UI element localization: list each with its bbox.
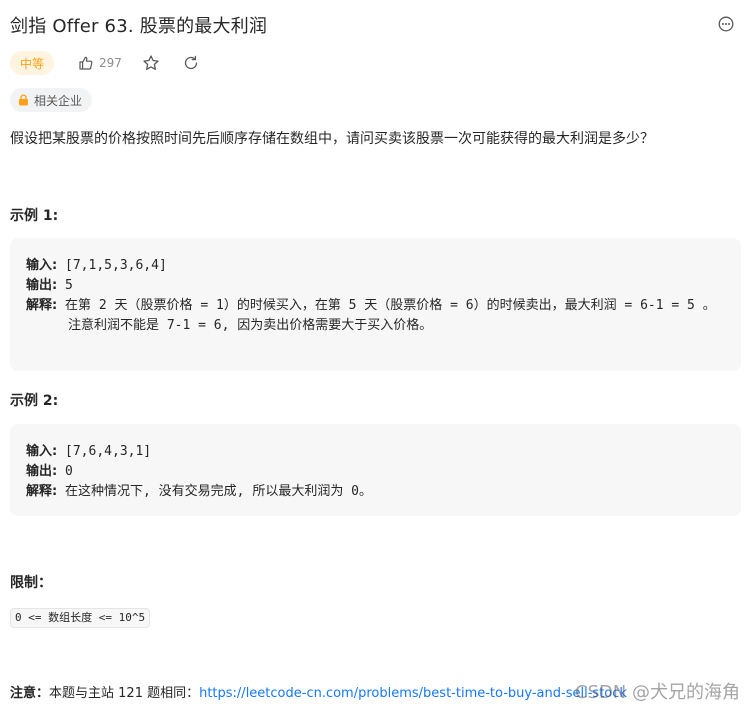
meta-row: 中等 297: [10, 50, 202, 76]
constraints-title: 限制：: [10, 575, 52, 591]
example-2-title: 示例 2:: [10, 393, 59, 409]
problem-description-panel: 剑指 Offer 63. 股票的最大利润 中等 297 相关企业 假设把某股票的…: [0, 0, 750, 711]
example-1-box: 输入: [7,1,5,3,6,4] 输出: 5 解释: 在第 2 天（股票价格 …: [10, 238, 741, 371]
problem-title: 剑指 Offer 63. 股票的最大利润: [10, 16, 268, 37]
related-companies-label: 相关企业: [34, 93, 83, 108]
example-1-explanation-note: 注意利润不能是 7-1 = 6, 因为卖出价格需要大于买入价格。: [68, 318, 433, 333]
related-companies-tag[interactable]: 相关企业: [10, 88, 93, 112]
more-options-button[interactable]: [716, 14, 736, 34]
note-text: 本题与主站 121 题相同：: [49, 686, 200, 701]
watermark: CSDN @犬兄的海角: [574, 682, 740, 703]
example-1-title: 示例 1:: [10, 208, 59, 224]
like-button[interactable]: 297: [78, 55, 122, 71]
problem-statement: 假设把某股票的价格按照时间先后顺序存储在数组中，请问买卖该股票一次可能获得的最大…: [10, 131, 654, 147]
example-2-input: 输入: [7,6,4,3,1]: [26, 444, 152, 459]
example-1-input: 输入: [7,1,5,3,6,4]: [26, 258, 167, 273]
title-row: 剑指 Offer 63. 股票的最大利润: [10, 12, 740, 38]
note-line: 注意：本题与主站 121 题相同：https://leetcode-cn.com…: [10, 682, 627, 701]
refresh-icon: [184, 55, 198, 70]
lock-icon: [19, 94, 28, 106]
thumbs-up-icon: [79, 56, 93, 70]
note-label: 注意：: [10, 686, 50, 701]
leetcode-link[interactable]: https://leetcode-cn.com/problems/best-ti…: [199, 686, 627, 701]
favorite-button[interactable]: [140, 52, 162, 74]
refresh-button[interactable]: [180, 52, 202, 74]
like-count: 297: [99, 56, 122, 70]
difficulty-badge: 中等: [10, 51, 55, 75]
example-1-explanation: 解释: 在第 2 天（股票价格 = 1）的时候买入，在第 5 天（股票价格 = …: [26, 298, 716, 313]
star-icon: [143, 55, 159, 70]
example-1-output: 输出: 5: [26, 278, 73, 293]
example-2-box: 输入: [7,6,4,3,1] 输出: 0 解释: 在这种情况下, 没有交易完成…: [10, 424, 741, 516]
example-2-output: 输出: 0: [26, 464, 73, 479]
example-2-explanation: 解释: 在这种情况下, 没有交易完成, 所以最大利润为 0。: [26, 484, 372, 499]
more-options-icon: [718, 16, 734, 32]
constraint-item: 0 <= 数组长度 <= 10^5: [10, 608, 151, 628]
